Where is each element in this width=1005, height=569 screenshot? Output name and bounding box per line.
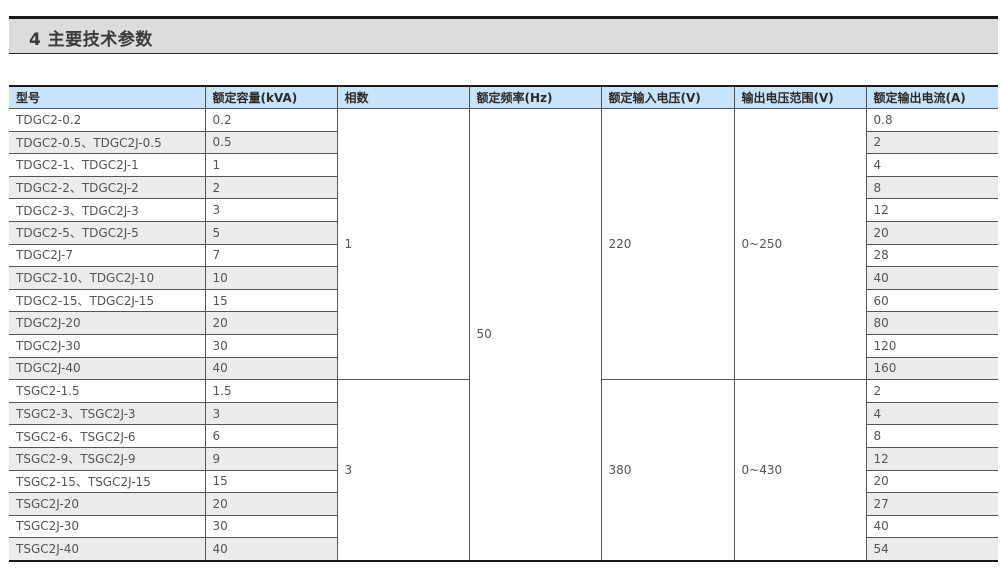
cell-capacity: 6 [204,424,338,448]
section-header: 4 主要技术参数 [9,16,998,54]
header-model: 型号 [9,86,206,109]
cell-current: 4 [865,153,998,177]
cell-capacity: 5 [204,220,338,245]
cell-output-range-three: 0~430 [733,379,867,562]
cell-model: TDGC2-5、TDGC2J-5 [9,220,206,245]
cell-model: TDGC2-0.2 [9,108,206,132]
cell-model: TSGC2-15、TSGC2J-15 [9,469,206,494]
cell-current: 20 [865,220,998,245]
cell-current: 12 [865,446,998,471]
cell-model: TSGC2-1.5 [9,379,206,403]
cell-capacity: 10 [204,266,338,290]
cell-current: 27 [865,492,998,516]
cell-input-voltage-three: 380 [600,379,735,562]
cell-capacity: 7 [204,243,338,268]
cell-model: TDGC2J-7 [9,243,206,268]
cell-current: 28 [865,243,998,268]
cell-current: 0.8 [865,108,998,132]
cell-phases-single: 1 [336,107,470,381]
cell-model: TSGC2J-40 [9,537,206,562]
cell-model: TDGC2J-20 [9,311,206,335]
cell-current: 4 [865,401,998,426]
cell-current: 40 [865,514,998,539]
cell-input-voltage-single: 220 [600,107,735,381]
spec-table: 型号 额定容量(kVA) 相数 额定频率(Hz) 额定输入电压(V) 输出电压范… [9,85,998,562]
header-input-voltage: 额定输入电压(V) [600,86,735,109]
cell-capacity: 30 [204,514,338,539]
cell-current: 120 [865,333,998,358]
cell-model: TDGC2-0.5、TDGC2J-0.5 [9,130,206,155]
cell-model: TDGC2-2、TDGC2J-2 [9,175,206,200]
cell-model: TSGC2J-20 [9,492,206,516]
cell-current: 40 [865,266,998,290]
header-frequency: 额定频率(Hz) [468,86,602,109]
cell-capacity: 2 [204,175,338,200]
cell-capacity: 40 [204,537,338,562]
cell-model: TDGC2-1、TDGC2J-1 [9,153,206,177]
cell-model: TDGC2-10、TDGC2J-10 [9,266,206,290]
cell-current: 2 [865,379,998,403]
cell-current: 160 [865,356,998,381]
cell-phases-three: 3 [336,379,470,562]
cell-capacity: 15 [204,469,338,494]
cell-capacity: 0.5 [204,130,338,155]
cell-model: TDGC2J-30 [9,333,206,358]
cell-capacity: 30 [204,333,338,358]
cell-current: 8 [865,175,998,200]
cell-output-range-single: 0~250 [733,107,867,381]
cell-capacity: 3 [204,401,338,426]
cell-capacity: 9 [204,446,338,471]
cell-capacity: 1 [204,153,338,177]
table-header-row: 型号 额定容量(kVA) 相数 额定频率(Hz) 额定输入电压(V) 输出电压范… [9,86,998,109]
section-title: 4 主要技术参数 [29,30,153,50]
cell-capacity: 20 [204,311,338,335]
header-output-range: 输出电压范围(V) [733,86,867,109]
cell-capacity: 0.2 [204,108,338,132]
header-phases: 相数 [336,86,470,109]
cell-current: 8 [865,424,998,448]
cell-current: 80 [865,311,998,335]
cell-capacity: 20 [204,492,338,516]
cell-model: TDGC2J-40 [9,356,206,381]
cell-model: TDGC2-3、TDGC2J-3 [9,198,206,222]
cell-model: TSGC2-3、TSGC2J-3 [9,401,206,426]
cell-capacity: 40 [204,356,338,381]
cell-capacity: 1.5 [204,379,338,403]
cell-capacity: 3 [204,198,338,222]
cell-current: 20 [865,469,998,494]
cell-current: 60 [865,288,998,313]
cell-model: TSGC2J-30 [9,514,206,539]
table-row: TDGC2-0.2 0.2 1 50 220 0~250 0.8 [9,107,998,562]
header-capacity: 额定容量(kVA) [204,86,338,109]
cell-capacity: 15 [204,288,338,313]
cell-model: TSGC2-9、TSGC2J-9 [9,446,206,471]
header-output-current: 额定输出电流(A) [865,86,998,109]
cell-frequency: 50 [468,107,602,562]
cell-current: 2 [865,130,998,155]
cell-model: TSGC2-6、TSGC2J-6 [9,424,206,448]
cell-current: 54 [865,537,998,562]
cell-model: TDGC2-15、TDGC2J-15 [9,288,206,313]
cell-current: 12 [865,198,998,222]
